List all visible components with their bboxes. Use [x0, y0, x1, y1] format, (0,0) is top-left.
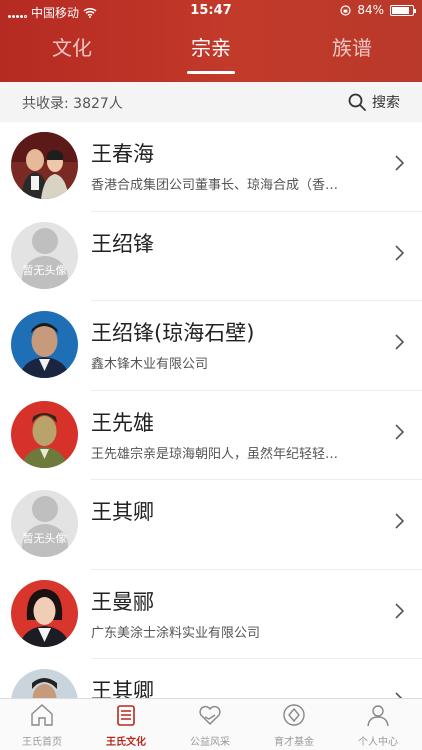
list-item[interactable]: 暂无头像 王其卿: [0, 480, 422, 570]
tabbar-item-fund[interactable]: 育才基金: [252, 703, 336, 748]
no-avatar-label: 暂无头像: [22, 532, 67, 545]
avatar: [11, 132, 78, 199]
list-item[interactable]: 王绍锋(琼海石壁) 鑫木锋木业有限公司: [0, 301, 422, 391]
bottom-tabbar: 王氏首页 王氏文化 公益风采 育才基金 个人中心: [0, 698, 422, 750]
chevron-right-icon: [395, 244, 404, 261]
tabbar-item-home[interactable]: 王氏首页: [0, 703, 84, 748]
orientation-lock-icon: [340, 4, 351, 16]
member-name: 王绍锋: [91, 231, 154, 256]
search-label: 搜索: [372, 95, 400, 111]
tabbar-label: 王氏文化: [106, 737, 146, 748]
person-icon: [367, 705, 389, 727]
home-icon: [31, 704, 53, 726]
member-desc: 王先雄宗亲是琼海朝阳人，虽然年纪轻轻…: [91, 446, 339, 462]
charity-icon: [199, 705, 221, 725]
tab-genealogy[interactable]: 族谱: [282, 32, 422, 61]
list-item[interactable]: 王曼郦 广东美涂士涂料实业有限公司: [0, 570, 422, 659]
search-button[interactable]: 搜索: [348, 92, 400, 112]
no-avatar-label: 暂无头像: [22, 263, 67, 277]
list-item[interactable]: 王其卿: [0, 659, 422, 698]
tabbar-label: 个人中心: [358, 737, 398, 748]
tabbar-item-charity[interactable]: 公益风采: [168, 703, 252, 748]
avatar: 暂无头像: [11, 490, 78, 557]
header: 中国移动 15:47 84% 文化 宗亲 族谱: [0, 0, 422, 82]
tabbar-label: 育才基金: [274, 737, 314, 748]
tab-clan[interactable]: 宗亲: [141, 32, 281, 61]
member-count: 共收录: 3827人: [22, 96, 123, 112]
fund-icon: [283, 704, 305, 726]
tabbar-label: 王氏首页: [22, 737, 62, 748]
tabbar-item-culture[interactable]: 王氏文化: [84, 703, 168, 748]
avatar: [11, 579, 78, 647]
list-item[interactable]: 王先雄 王先雄宗亲是琼海朝阳人，虽然年纪轻轻…: [0, 391, 422, 480]
chevron-right-icon: [395, 602, 404, 619]
member-name: 王其卿: [91, 500, 154, 524]
search-icon: [348, 93, 366, 111]
member-desc: 香港合成集团公司董事长、琼海合成（香…: [91, 178, 339, 193]
avatar: 暂无头像: [11, 221, 78, 289]
chevron-right-icon: [395, 155, 404, 171]
avatar: [11, 311, 78, 378]
list-item[interactable]: 王春海 香港合成集团公司董事长、琼海合成（香…: [0, 122, 422, 212]
chevron-right-icon: [395, 513, 404, 529]
member-name: 王曼郦: [91, 589, 154, 614]
top-tabs: 文化 宗亲 族谱: [0, 30, 422, 80]
member-desc: 鑫木锋木业有限公司: [91, 357, 209, 372]
member-desc: 广东美涂士涂料实业有限公司: [91, 625, 261, 641]
tab-culture[interactable]: 文化: [2, 32, 142, 61]
avatar: [11, 400, 78, 468]
chevron-right-icon: [395, 334, 404, 350]
member-name: 王其卿: [91, 679, 154, 698]
chevron-right-icon: [395, 423, 404, 440]
culture-icon: [117, 705, 135, 726]
active-tab-indicator: [187, 71, 235, 74]
tabbar-item-profile[interactable]: 个人中心: [336, 703, 420, 748]
member-name: 王先雄: [91, 410, 154, 435]
tabbar-label: 公益风采: [190, 737, 230, 748]
battery-icon: [390, 4, 416, 16]
avatar: [11, 669, 78, 698]
list-item[interactable]: 暂无头像 王绍锋: [0, 212, 422, 301]
member-list: 王春海 香港合成集团公司董事长、琼海合成（香… 暂无头像 王绍锋 王绍锋(琼海石…: [0, 122, 422, 698]
member-name: 王绍锋(琼海石壁): [91, 321, 255, 345]
subbar: 共收录: 3827人 搜索: [0, 82, 422, 122]
member-name: 王春海: [91, 142, 154, 166]
status-bar: 中国移动 15:47 84%: [0, 0, 422, 22]
battery-percent: 84%: [357, 3, 384, 17]
